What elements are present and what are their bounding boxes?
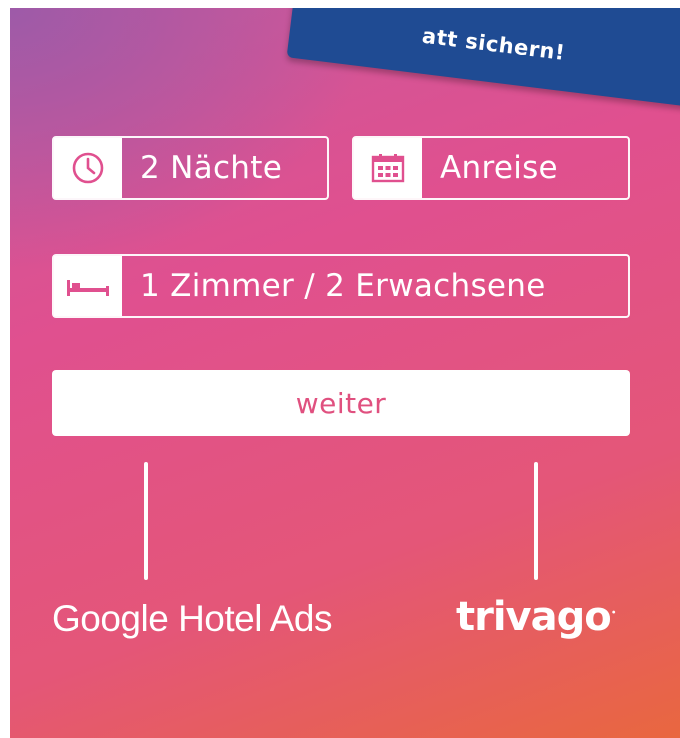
calendar-icon (371, 154, 405, 183)
trivago-logo-text: trivago (456, 594, 612, 640)
promo-banner[interactable]: att sichern! (286, 8, 680, 114)
calendar-icon-box (354, 138, 422, 198)
arrival-field[interactable]: Anreise (352, 136, 630, 200)
nights-label: 2 Nächte (140, 150, 283, 186)
booking-widget: att sichern! 2 Nächte Anreise 1 Zimmer /… (10, 8, 680, 738)
rooms-label: 1 Zimmer / 2 Erwachsene (140, 268, 546, 304)
clock-icon-box (54, 138, 122, 198)
trivago-logo: trivago• (456, 594, 617, 640)
bed-icon (67, 280, 109, 296)
nights-field[interactable]: 2 Nächte (52, 136, 329, 200)
divider-left (144, 462, 148, 580)
google-hotel-ads-logo: Google Hotel Ads (52, 598, 332, 639)
divider-right (534, 462, 538, 580)
arrival-label: Anreise (440, 150, 558, 186)
bed-icon-box (54, 256, 122, 316)
promo-banner-text: att sichern! (420, 23, 567, 65)
rooms-field[interactable]: 1 Zimmer / 2 Erwachsene (52, 254, 630, 318)
continue-button[interactable]: weiter (52, 370, 630, 436)
clock-icon (72, 152, 104, 184)
